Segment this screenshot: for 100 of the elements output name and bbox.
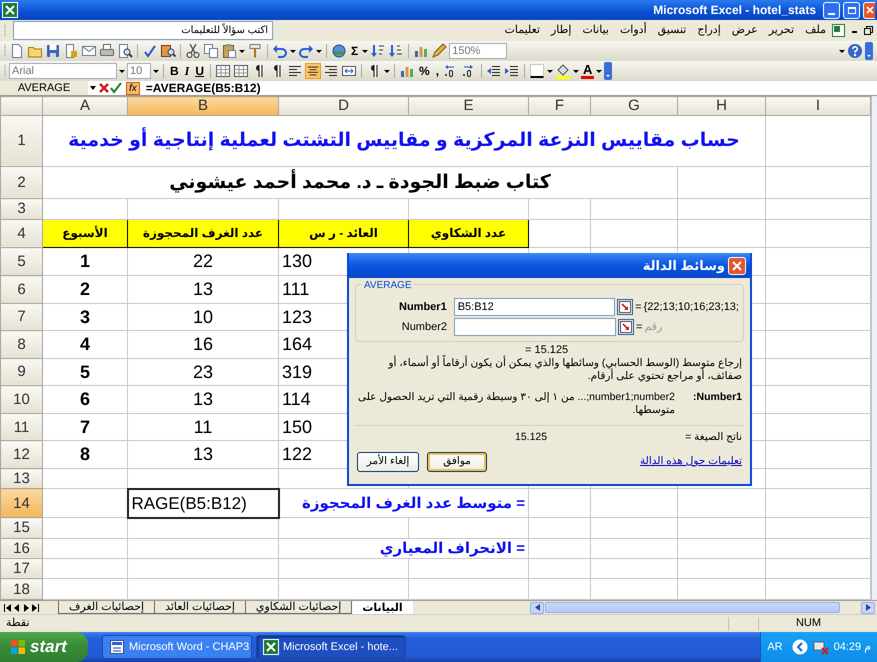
sort-descending-icon[interactable]	[388, 43, 404, 59]
row-header[interactable]: 17	[0, 558, 42, 579]
column-header[interactable]: A	[42, 96, 128, 116]
format-painter-icon[interactable]	[247, 43, 263, 59]
menu-item[interactable]: بيانات	[582, 22, 609, 39]
book-magnifier-icon[interactable]	[160, 43, 176, 59]
row-header[interactable]: 7	[0, 303, 42, 331]
row-header[interactable]: 11	[0, 413, 42, 441]
pencil-icon[interactable]	[431, 43, 448, 59]
menu-item[interactable]: أدوات	[620, 22, 647, 39]
italic-button[interactable]: I	[182, 64, 192, 78]
lock-document-icon[interactable]	[63, 43, 79, 59]
row-header[interactable]: 3	[0, 198, 42, 220]
taskbar-button[interactable]: Microsoft Excel - hote...	[256, 635, 406, 659]
column-header[interactable]: B	[128, 96, 278, 116]
argument-field[interactable]	[454, 318, 616, 336]
row-header[interactable]: 6	[0, 276, 42, 304]
borders-icon[interactable]	[529, 63, 546, 79]
restore-icon[interactable]	[864, 26, 873, 35]
fill-bucket-icon[interactable]	[555, 63, 572, 79]
undo-icon[interactable]	[272, 43, 288, 59]
name-box[interactable]: AVERAGE	[0, 81, 88, 95]
close-button[interactable]	[728, 256, 746, 274]
row-header[interactable]: 14	[0, 488, 42, 518]
bold-button[interactable]: B	[168, 64, 181, 78]
increase-indent-icon[interactable]	[504, 63, 520, 79]
row-header[interactable]: 4	[0, 219, 42, 248]
percent-button[interactable]: %	[417, 64, 432, 78]
menu-item[interactable]: تحرير	[768, 22, 794, 39]
print-icon[interactable]	[99, 43, 115, 59]
redo-icon[interactable]	[298, 43, 314, 59]
toolbar-grip-icon[interactable]	[4, 63, 7, 79]
taskbar-button[interactable]: Microsoft Word - CHAP3	[102, 635, 252, 659]
cut-icon[interactable]	[185, 43, 201, 59]
spelling-icon[interactable]	[142, 43, 158, 59]
scrollbar-thumb[interactable]	[545, 602, 840, 613]
enter-icon[interactable]	[110, 82, 122, 94]
row-header[interactable]: 8	[0, 330, 42, 358]
column-header[interactable]: G	[590, 96, 678, 116]
close-button[interactable]	[863, 2, 875, 18]
print-preview-icon[interactable]	[117, 43, 133, 59]
save-icon[interactable]	[45, 43, 61, 59]
font-name-field[interactable]: Arial	[9, 63, 117, 79]
last-sheet-icon[interactable]	[32, 604, 39, 612]
underline-button[interactable]: U	[193, 64, 206, 78]
toolbar-grip-icon[interactable]	[4, 43, 7, 59]
first-sheet-icon[interactable]	[4, 604, 11, 612]
insert-function-button[interactable]: fx	[126, 82, 140, 94]
row-header[interactable]: 9	[0, 358, 42, 386]
minimize-button[interactable]	[823, 2, 840, 18]
previous-sheet-icon[interactable]	[14, 604, 20, 612]
row-header[interactable]: 16	[0, 538, 42, 558]
workbook-icon[interactable]	[832, 24, 845, 37]
align-center-icon[interactable]	[305, 63, 322, 79]
new-document-icon[interactable]	[9, 43, 25, 59]
active-cell[interactable]: RAGE(B5:B12)	[128, 488, 278, 518]
sort-ascending-icon[interactable]	[370, 43, 386, 59]
row-header[interactable]: 10	[0, 386, 42, 414]
cancel-icon[interactable]	[98, 82, 110, 94]
network-icon[interactable]	[812, 639, 829, 655]
help-search-field[interactable]: اكتب سؤالاً للتعليمات	[13, 21, 273, 40]
range-select-button[interactable]	[618, 319, 634, 335]
vertical-scrollbar[interactable]	[871, 96, 877, 600]
range-select-button[interactable]	[617, 299, 634, 315]
menu-item[interactable]: عرض	[732, 22, 758, 39]
column-header[interactable]: H	[678, 96, 766, 116]
menu-item[interactable]: تعليمات	[504, 22, 540, 39]
row-header[interactable]: 12	[0, 440, 42, 469]
decrease-indent-icon[interactable]	[486, 63, 502, 79]
toolbar-options-icon[interactable]	[604, 62, 612, 80]
font-size-field[interactable]: 10	[127, 63, 151, 79]
help-icon[interactable]	[847, 43, 863, 59]
column-header[interactable]: D	[278, 96, 408, 116]
column-header[interactable]: E	[408, 96, 528, 116]
cancel-button[interactable]: إلغاء الأمر	[357, 452, 419, 472]
toolbar-options-icon[interactable]	[865, 42, 873, 60]
column-header[interactable]: F	[528, 96, 590, 116]
help-link[interactable]: تعليمات حول هذه الدالة	[640, 454, 742, 470]
toolbar-grip-icon[interactable]	[4, 22, 7, 38]
align-left-icon[interactable]	[287, 63, 304, 79]
menu-item[interactable]: تنسيق	[658, 22, 686, 39]
row-header[interactable]: 1	[0, 115, 42, 166]
row-header[interactable]: 13	[0, 468, 42, 489]
autosum-button[interactable]: Σ	[349, 44, 360, 58]
column-header[interactable]: I	[766, 96, 870, 116]
menu-item[interactable]: ملف	[805, 22, 826, 39]
row-header[interactable]: 5	[0, 248, 42, 276]
envelope-icon[interactable]	[81, 43, 97, 59]
menu-item[interactable]: إطار	[550, 22, 572, 39]
menu-item[interactable]: إدراج	[697, 22, 721, 39]
sheet-tab[interactable]: إحصائيات الشكاوي	[244, 601, 352, 614]
start-button[interactable]: start	[0, 632, 88, 662]
grid-table-icon[interactable]	[233, 63, 250, 79]
next-sheet-icon[interactable]	[23, 604, 29, 612]
ok-button[interactable]: موافق	[427, 452, 487, 472]
globe-icon[interactable]	[331, 43, 347, 59]
copy-icon[interactable]	[203, 43, 219, 59]
sheet-tab[interactable]: إحصائيات العائد	[154, 601, 245, 614]
scroll-right-button[interactable]	[861, 602, 875, 614]
restore-button[interactable]	[843, 2, 860, 18]
